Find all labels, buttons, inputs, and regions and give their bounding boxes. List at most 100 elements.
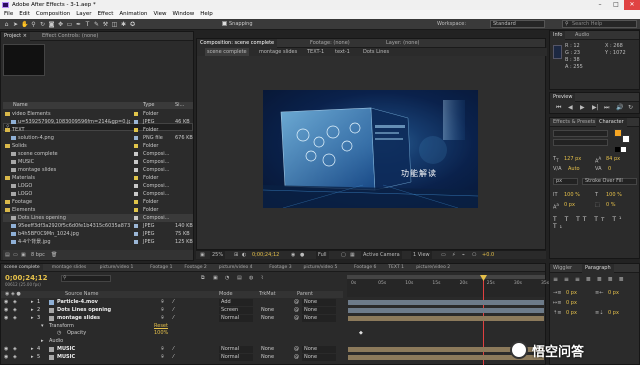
expand-arrow-icon[interactable]: ▸	[31, 315, 34, 322]
project-item[interactable]: scene complete Composi...	[3, 150, 193, 158]
tab-composition[interactable]: Composition: scene complete	[197, 39, 278, 48]
transform-group-row[interactable]: ▾ Transform Reset	[1, 323, 343, 330]
next-frame-icon[interactable]: ▶|	[592, 104, 599, 111]
tsume-value[interactable]: 0 %	[606, 202, 616, 208]
loop-icon[interactable]: ↻	[628, 104, 633, 111]
audio-group-row[interactable]: ▸ Audio	[1, 338, 343, 345]
project-item[interactable]: video Elements Folder	[3, 110, 193, 118]
delete-icon[interactable]: 🗑	[51, 250, 57, 260]
safe-areas-icon[interactable]: ⊞	[234, 251, 238, 260]
opacity-value[interactable]: 100%	[154, 330, 168, 337]
timeline-layer-row[interactable]: ◉ ◈ ▸ 1 Particle-4.mov ⍟ ⁄ Add @ None	[1, 299, 343, 306]
camera-tool-icon[interactable]: ◙	[48, 21, 55, 28]
header-size[interactable]: Si...	[175, 102, 184, 109]
fx-switch-icon[interactable]: ⁄	[173, 346, 174, 353]
project-item[interactable]: Elements Folder	[3, 206, 193, 214]
menu-file[interactable]: File	[4, 10, 13, 19]
shy-icon[interactable]: ◔	[225, 275, 229, 281]
roto-brush-tool-icon[interactable]: ✱	[120, 21, 127, 28]
indent-left-value[interactable]: 0 px	[566, 290, 577, 296]
color-channel-icon[interactable]: ●	[300, 251, 304, 260]
home-icon[interactable]: ⌂	[3, 21, 10, 28]
project-item[interactable]: TEXT Folder	[3, 126, 193, 134]
project-item[interactable]: b4h5BF0C9Mn_1024.jpg JPEG 75 KB	[3, 230, 193, 238]
label-color-swatch[interactable]	[134, 208, 138, 212]
timeline-layer-row[interactable]: ◉ ◈ ▸ 4 MUSIC ⍟ ⁄ Normal None @ None	[1, 346, 343, 353]
shy-switch-icon[interactable]: ⍟	[161, 299, 164, 306]
layer-name[interactable]: MUSIC	[57, 354, 75, 361]
camera-select[interactable]: Active Camera	[361, 251, 402, 260]
zoom-tool-icon[interactable]: ⚲	[30, 21, 37, 28]
expand-arrow-icon[interactable]: ▸	[41, 338, 44, 345]
label-color-swatch[interactable]	[134, 144, 138, 148]
motion-blur-icon[interactable]: ◍	[249, 275, 253, 281]
label-color-swatch[interactable]	[134, 152, 138, 156]
timeline-tab[interactable]: Footage 6	[351, 264, 379, 272]
zoom-select[interactable]: 25%	[210, 251, 226, 260]
timeline-tab[interactable]: Footage 1	[147, 264, 175, 272]
text-style-buttons[interactable]: T T TT Tт T¹ T₁	[553, 216, 639, 230]
header-name[interactable]: Name	[13, 102, 28, 109]
header-type[interactable]: Type	[143, 102, 154, 109]
layer-parent-select[interactable]: None	[302, 299, 336, 306]
label-color-swatch[interactable]	[134, 160, 138, 164]
layer-name[interactable]: MUSIC	[57, 346, 75, 353]
snapping-checkbox-icon[interactable]	[222, 21, 227, 26]
space-before-value[interactable]: 0 px	[566, 310, 577, 316]
fx-switch-icon[interactable]: ⁄	[173, 315, 174, 322]
alignment-buttons[interactable]: ≡ ≡ ≡ ≣ ≣ ≣ ≣	[553, 276, 626, 283]
expand-arrow-icon[interactable]: ▸	[31, 346, 34, 353]
expand-arrow-icon[interactable]: ▸	[31, 299, 34, 306]
tab-paragraph[interactable]: Paragraph	[582, 264, 614, 273]
layer-mode-select[interactable]: Normal	[219, 315, 253, 322]
col-mode[interactable]: Mode	[219, 291, 233, 298]
breadcrumb-dots-lines[interactable]: Dots Lines	[363, 48, 389, 56]
opacity-property-row[interactable]: ◷ Opacity 100%	[1, 330, 343, 337]
project-item[interactable]: Solids Folder	[3, 142, 193, 150]
tab-wiggler[interactable]: Wiggler	[550, 264, 575, 273]
white-swatch[interactable]	[621, 147, 626, 152]
shy-switch-icon[interactable]: ⍟	[161, 307, 164, 314]
space-after-value[interactable]: 0 px	[608, 310, 619, 316]
tab-layer[interactable]: Layer: (none)	[383, 39, 423, 48]
timeline-tab[interactable]: picture/video 2	[413, 264, 453, 272]
layer-parent-select[interactable]: None	[302, 346, 336, 353]
tab-preview[interactable]: Preview	[550, 93, 576, 102]
view-layout-select[interactable]: 1 View	[411, 251, 432, 260]
timeline-link-icon[interactable]: ⌁	[462, 251, 465, 260]
frame-blending-icon[interactable]: ▤	[237, 275, 242, 281]
layer-name[interactable]: montage slides	[57, 315, 100, 322]
timeline-current-time[interactable]: 0;00;24;12	[5, 274, 48, 282]
exposure-value[interactable]: +0.0	[482, 251, 494, 260]
font-family-select[interactable]	[553, 130, 608, 137]
breadcrumb-text-1-lower[interactable]: text-1	[335, 48, 350, 56]
baseline-shift-value[interactable]: 0 px	[564, 202, 575, 208]
first-frame-icon[interactable]: ⏮	[556, 104, 561, 112]
always-preview-icon[interactable]: ▣	[200, 251, 205, 260]
timeline-tab[interactable]: Footage 3	[266, 264, 294, 272]
close-window-button[interactable]: ✕	[624, 0, 640, 10]
audio-speaker-icon[interactable]: ◈	[13, 346, 17, 353]
layer-duration-bar[interactable]	[348, 300, 544, 305]
horizontal-scale-value[interactable]: 100 %	[606, 192, 622, 198]
snapping-toggle[interactable]: Snapping	[222, 21, 253, 28]
project-item[interactable]: u=539257909,1083009596fm=214&gp=0.jpg JPE…	[3, 118, 193, 126]
project-item[interactable]: Dots Lines opening Composi...	[3, 214, 193, 222]
label-color-swatch[interactable]	[134, 192, 138, 196]
layer-name[interactable]: Dots Lines opening	[57, 307, 111, 314]
timeline-tab[interactable]: picture/video 5	[301, 264, 341, 272]
audio-speaker-icon[interactable]: ◈	[13, 299, 17, 306]
interpret-footage-icon[interactable]: ▤	[5, 250, 10, 260]
audio-speaker-icon[interactable]: ◈	[13, 307, 17, 314]
tab-character[interactable]: Character	[596, 118, 627, 127]
breadcrumb-text-1[interactable]: TEXT-1	[307, 48, 324, 56]
transparency-grid-icon[interactable]: ▦	[350, 251, 355, 260]
timeline-tab[interactable]: montage slides	[49, 264, 89, 272]
pick-whip-icon[interactable]: @	[294, 299, 299, 306]
shy-switch-icon[interactable]: ⍟	[161, 354, 164, 361]
pen-tool-icon[interactable]: ✒	[75, 21, 82, 28]
col-trkmat[interactable]: TrkMat	[259, 291, 276, 298]
workspace-select[interactable]: Standard	[490, 20, 545, 28]
audio-speaker-icon[interactable]: ◈	[13, 315, 17, 322]
menu-window[interactable]: Window	[173, 10, 195, 19]
